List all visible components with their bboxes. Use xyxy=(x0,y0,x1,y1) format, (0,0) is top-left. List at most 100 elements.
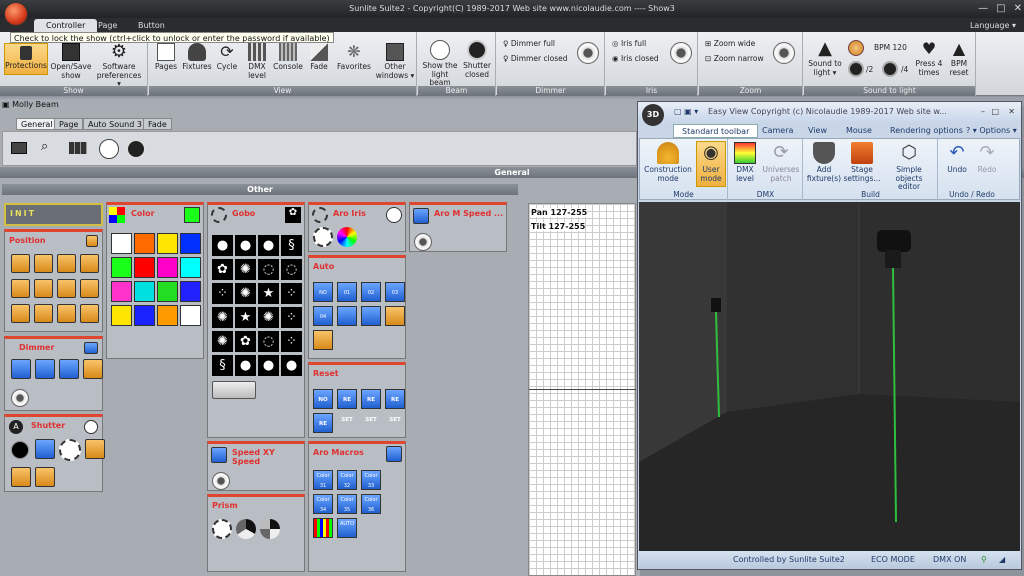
maximize-button[interactable]: □ xyxy=(996,0,1005,17)
search-icon[interactable]: ⌕ xyxy=(41,139,48,154)
ev-maximize-button[interactable]: □ xyxy=(991,102,999,122)
iris-knob[interactable] xyxy=(670,42,692,64)
macro-preset[interactable]: Color 33 xyxy=(361,470,381,490)
undo-button[interactable]: ↶ Undo xyxy=(943,142,971,175)
dimmer-full-button[interactable]: ♀ Dimmer full xyxy=(503,39,555,49)
ev-tab-rendering-options[interactable]: Rendering options xyxy=(882,124,971,138)
console-button[interactable]: Console xyxy=(271,43,305,72)
reset-preset[interactable]: RE SET xyxy=(385,389,405,423)
gobo-preset-icon[interactable]: ● xyxy=(235,235,256,256)
gobo-preset-icon[interactable]: ✺ xyxy=(212,331,233,352)
shutter-open-btn[interactable] xyxy=(59,439,81,461)
shutter-random-btn[interactable] xyxy=(85,439,105,459)
iris-full-button[interactable]: ◎ Iris full xyxy=(612,39,646,49)
shutter-closed-btn[interactable] xyxy=(11,441,29,459)
current-gobo-icon[interactable]: ✿ xyxy=(285,207,301,223)
ev-tab-mouse[interactable]: Mouse xyxy=(838,124,880,138)
shutter-pulse-2[interactable] xyxy=(35,467,55,487)
gobo-preset-icon[interactable]: § xyxy=(281,235,302,256)
macro-preset[interactable]: Color 32 xyxy=(337,470,357,490)
auto-preset[interactable]: 01 xyxy=(337,282,357,302)
color-swatch[interactable] xyxy=(157,233,178,254)
fixture-tab-page[interactable]: Page xyxy=(54,118,84,130)
tab-page[interactable]: Page xyxy=(86,19,129,32)
dimmer-preset-1[interactable] xyxy=(11,359,31,379)
ev-tab-camera[interactable]: Camera xyxy=(754,124,801,138)
aro-m-speed-knob[interactable] xyxy=(414,233,432,251)
gobo-preset-icon[interactable]: ✺ xyxy=(235,283,256,304)
user-mode-button[interactable]: ◉ User mode xyxy=(696,141,726,187)
macro-preset[interactable]: Color 36 xyxy=(361,494,381,514)
auto-preset-icon[interactable] xyxy=(385,306,405,326)
color-swatch[interactable] xyxy=(180,305,201,326)
prism-3-btn[interactable] xyxy=(236,519,256,539)
position-preset[interactable] xyxy=(80,279,99,298)
auto-preset[interactable]: NO FUNC xyxy=(313,282,333,316)
dimmer-closed-button[interactable]: ♀ Dimmer closed xyxy=(503,54,568,64)
cycle-button[interactable]: ⟳ Cycle xyxy=(213,43,241,72)
macro-preset[interactable]: Color 35 xyxy=(337,494,357,514)
aro-iris-open-icon[interactable] xyxy=(386,207,402,223)
universes-patch-button[interactable]: ⟳ Universes patch xyxy=(761,142,801,183)
pages-button[interactable]: Pages xyxy=(151,43,181,72)
color-swatch[interactable] xyxy=(134,281,155,302)
color-swatch[interactable] xyxy=(111,233,132,254)
aro-iris-off-btn[interactable] xyxy=(313,227,333,247)
gobo-preset-icon[interactable]: ⁘ xyxy=(212,283,233,304)
simple-objects-editor-button[interactable]: ⬡ Simple objects editor xyxy=(882,142,936,192)
ev-close-button[interactable]: ✕ xyxy=(1008,102,1015,122)
color-swatch[interactable] xyxy=(180,257,201,278)
color-swatch[interactable] xyxy=(134,305,155,326)
sound-to-light-button[interactable]: ▲ Sound to light ▾ xyxy=(806,40,844,77)
gobo-preset-icon[interactable]: ● xyxy=(258,235,279,256)
gobo-preset-icon[interactable]: ◌ xyxy=(258,259,279,280)
position-preset[interactable] xyxy=(11,304,30,323)
stage-settings-button[interactable]: Stage settings... xyxy=(842,142,882,183)
fixture-tab-general[interactable]: General xyxy=(16,118,58,130)
gobo-rotate-button[interactable] xyxy=(212,381,256,399)
gobo-preset-icon[interactable]: ⁘ xyxy=(281,331,302,352)
beam-on-toolbar-icon[interactable] xyxy=(99,139,119,159)
protections-button[interactable]: Protections xyxy=(4,43,48,75)
reset-preset[interactable]: RE SET xyxy=(313,413,333,447)
shutter-closed-button[interactable]: Shutter closed xyxy=(460,40,494,79)
dimmer-preset-2[interactable] xyxy=(35,359,55,379)
ev-dmx-level-button[interactable]: DMX level xyxy=(731,142,759,183)
color-swatch[interactable] xyxy=(134,233,155,254)
shutter-strobe-btn[interactable] xyxy=(35,439,55,459)
macro-rainbow-icon[interactable] xyxy=(313,518,333,538)
fixture-tab-fade[interactable]: Fade xyxy=(143,118,172,130)
color-swatch[interactable] xyxy=(111,257,132,278)
macro-preset[interactable]: Color 31 xyxy=(313,470,333,490)
position-preset[interactable] xyxy=(34,304,53,323)
minimize-button[interactable]: — xyxy=(978,0,988,17)
shutter-pulse-1[interactable] xyxy=(11,467,31,487)
macro-preset[interactable]: Color 34 xyxy=(313,494,333,514)
close-button[interactable]: ✕ xyxy=(1014,0,1022,17)
zoom-wide-button[interactable]: ⊞ Zoom wide xyxy=(705,39,755,49)
fixtures-button[interactable]: Fixtures xyxy=(181,43,213,72)
bpm-reset-button[interactable]: ▲ BPM reset xyxy=(944,40,974,77)
gobo-preset-icon[interactable]: ✺ xyxy=(212,307,233,328)
auto-preset[interactable]: 03 xyxy=(385,282,405,302)
div4-button[interactable] xyxy=(882,61,898,77)
resize-grip-icon[interactable]: ◢ xyxy=(999,551,1005,569)
gobo-preset-icon[interactable]: ● xyxy=(258,355,279,376)
dimmer-preset-3[interactable] xyxy=(59,359,79,379)
gobo-preset-icon[interactable]: ⁘ xyxy=(281,307,302,328)
color-swatch[interactable] xyxy=(111,305,132,326)
dimmer-preset-4[interactable] xyxy=(83,359,103,379)
gobo-preset-icon[interactable]: ✿ xyxy=(212,259,233,280)
fixture-tab-auto-sound[interactable]: Auto Sound 3 xyxy=(83,118,147,130)
language-menu[interactable]: Language ▾ xyxy=(970,19,1016,32)
speed-xy-knob[interactable] xyxy=(212,472,230,490)
auto-preset-icon[interactable] xyxy=(337,306,357,326)
init-panel[interactable]: INIT xyxy=(4,203,103,226)
app-menu-orb[interactable] xyxy=(4,2,28,26)
gobo-preset-icon[interactable]: ✿ xyxy=(235,331,256,352)
reset-preset[interactable]: NO FUNC xyxy=(313,389,333,423)
quick-access-icons[interactable]: ▢ ▣ ▾ xyxy=(674,102,698,122)
gobo-preset-icon[interactable]: ✺ xyxy=(235,259,256,280)
gobo-preset-icon[interactable]: ★ xyxy=(258,283,279,304)
aro-iris-rainbow-btn[interactable] xyxy=(337,227,357,247)
